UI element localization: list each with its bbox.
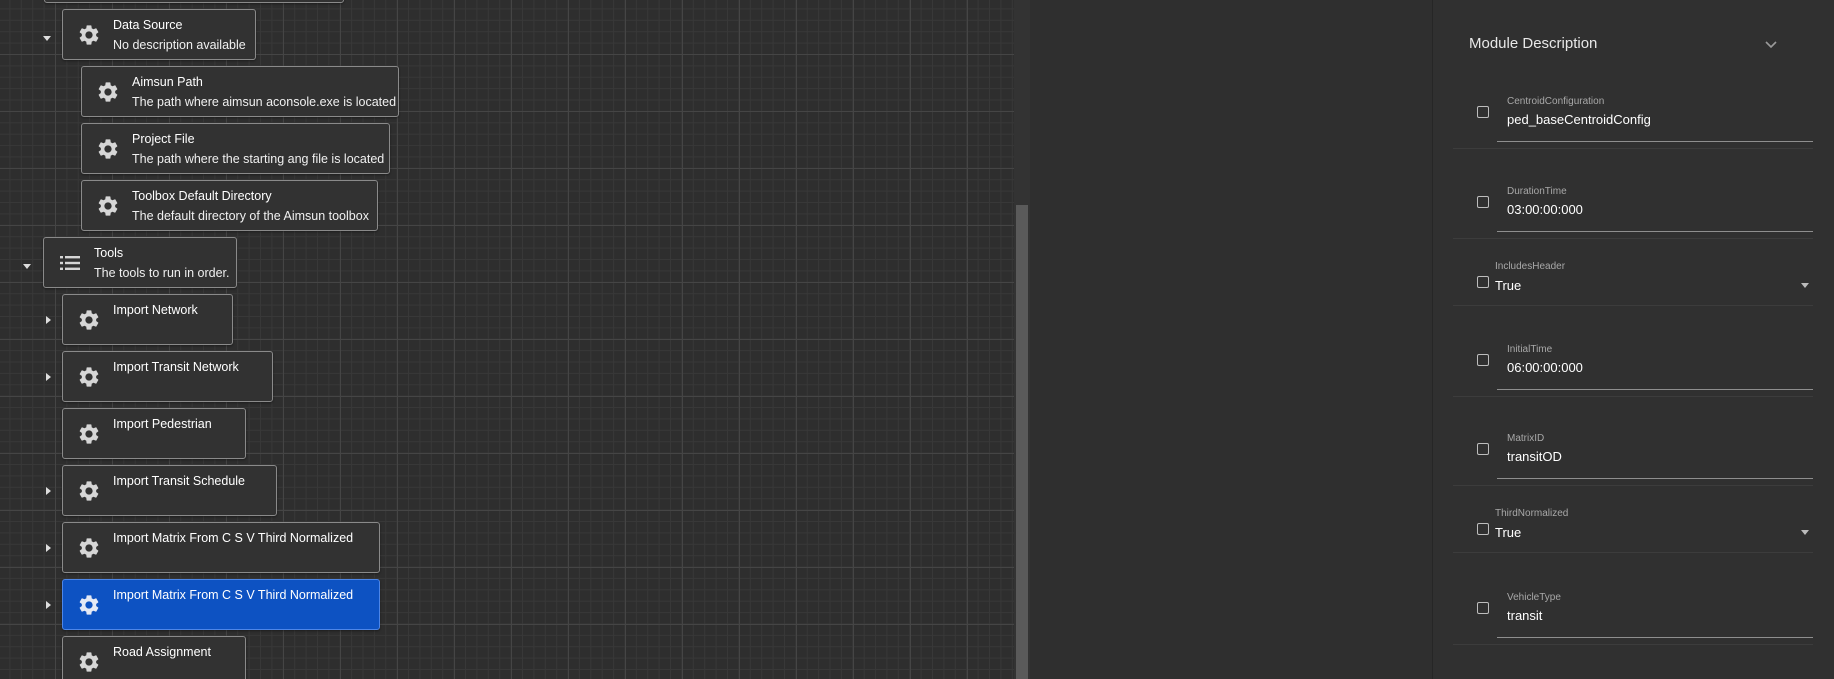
- module-tree-canvas[interactable]: Data Source No description available Aim…: [0, 0, 1030, 679]
- field-underline: [1497, 389, 1813, 390]
- module-node-import-matrix-selected[interactable]: Import Matrix From C S V Third Normalize…: [62, 579, 380, 630]
- field-checkbox[interactable]: [1477, 196, 1489, 208]
- field-select[interactable]: True: [1495, 525, 1521, 540]
- field-label: InitialTime: [1507, 344, 1553, 355]
- field-includes-header: IncludesHeader True: [1453, 250, 1813, 306]
- dropdown-arrow-icon[interactable]: [1801, 530, 1809, 535]
- field-checkbox[interactable]: [1477, 443, 1489, 455]
- gear-icon: [75, 477, 103, 505]
- field-underline: [1497, 231, 1813, 232]
- panel-header[interactable]: Module Description: [1433, 22, 1834, 66]
- gear-icon: [75, 420, 103, 448]
- module-name: Import Network: [113, 303, 198, 317]
- module-node-data-source[interactable]: Data Source No description available: [62, 9, 256, 60]
- module-node-partial[interactable]: [44, 0, 344, 3]
- expand-toggle-import-matrix[interactable]: [46, 544, 51, 552]
- module-node-tools[interactable]: Tools The tools to run in order.: [43, 237, 237, 288]
- field-select[interactable]: True: [1495, 278, 1521, 293]
- field-input[interactable]: transitOD: [1507, 449, 1562, 464]
- gear-icon: [75, 306, 103, 334]
- field-underline: [1497, 637, 1813, 638]
- field-label: ThirdNormalized: [1495, 508, 1569, 519]
- module-description: The default directory of the Aimsun tool…: [132, 209, 369, 223]
- module-name: Toolbox Default Directory: [132, 189, 272, 203]
- module-name: Import Transit Network: [113, 360, 239, 374]
- field-label: CentroidConfiguration: [1507, 96, 1605, 107]
- field-vehicle-type: VehicleType transit: [1453, 578, 1813, 645]
- panel-title: Module Description: [1469, 35, 1598, 52]
- field-checkbox[interactable]: [1477, 602, 1489, 614]
- field-duration-time: DurationTime 03:00:00:000: [1453, 172, 1813, 239]
- module-name: Project File: [132, 132, 195, 146]
- gear-icon: [75, 534, 103, 562]
- module-name: Import Pedestrian: [113, 417, 212, 431]
- field-underline: [1497, 141, 1813, 142]
- field-label: DurationTime: [1507, 186, 1567, 197]
- module-description: The tools to run in order.: [94, 266, 230, 280]
- gear-icon: [75, 648, 103, 676]
- expand-toggle-import-transit-schedule[interactable]: [46, 487, 51, 495]
- gear-icon: [94, 78, 122, 106]
- field-checkbox[interactable]: [1477, 106, 1489, 118]
- module-description: The path where aimsun aconsole.exe is lo…: [132, 95, 397, 109]
- expand-toggle-data-source[interactable]: [43, 36, 51, 41]
- list-icon: [56, 249, 84, 277]
- field-label: IncludesHeader: [1495, 261, 1566, 272]
- field-matrix-id: MatrixID transitOD: [1453, 419, 1813, 486]
- module-node-import-network[interactable]: Import Network: [62, 294, 233, 345]
- field-checkbox[interactable]: [1477, 523, 1489, 535]
- module-node-toolbox-directory[interactable]: Toolbox Default Directory The default di…: [81, 180, 378, 231]
- field-label: VehicleType: [1507, 592, 1561, 603]
- module-description-panel: Module Description CentroidConfiguration…: [1432, 0, 1834, 679]
- gear-icon: [75, 591, 103, 619]
- module-node-aimsun-path[interactable]: Aimsun Path The path where aimsun aconso…: [81, 66, 399, 117]
- workspace-gap: [1030, 0, 1432, 679]
- module-name: Data Source: [113, 18, 183, 32]
- module-name: Aimsun Path: [132, 75, 203, 89]
- field-third-normalized: ThirdNormalized True: [1453, 497, 1813, 553]
- module-node-import-transit-schedule[interactable]: Import Transit Schedule: [62, 465, 277, 516]
- module-node-import-transit-network[interactable]: Import Transit Network: [62, 351, 273, 402]
- canvas-scrollbar[interactable]: [1014, 0, 1030, 679]
- module-node-import-matrix[interactable]: Import Matrix From C S V Third Normalize…: [62, 522, 380, 573]
- module-name: Import Transit Schedule: [113, 474, 246, 488]
- expand-toggle-import-matrix-selected[interactable]: [46, 601, 51, 609]
- canvas-scrollbar-thumb[interactable]: [1016, 205, 1028, 679]
- field-input[interactable]: 06:00:00:000: [1507, 360, 1583, 375]
- module-description: No description available: [113, 38, 246, 52]
- module-name: Import Matrix From C S V Third Normalize…: [113, 588, 354, 602]
- module-node-import-pedestrian[interactable]: Import Pedestrian: [62, 408, 246, 459]
- module-description: The path where the starting ang file is …: [132, 152, 385, 166]
- expand-toggle-tools[interactable]: [23, 264, 31, 269]
- field-input[interactable]: ped_baseCentroidConfig: [1507, 112, 1651, 127]
- expand-toggle-import-transit-network[interactable]: [46, 373, 51, 381]
- module-name: Tools: [94, 246, 124, 260]
- field-label: MatrixID: [1507, 433, 1545, 444]
- gear-icon: [75, 363, 103, 391]
- field-input[interactable]: 03:00:00:000: [1507, 202, 1583, 217]
- field-checkbox[interactable]: [1477, 354, 1489, 366]
- module-node-road-assignment[interactable]: Road Assignment: [62, 636, 246, 679]
- module-name: Import Matrix From C S V Third Normalize…: [113, 531, 354, 545]
- field-centroid-configuration: CentroidConfiguration ped_baseCentroidCo…: [1453, 82, 1813, 149]
- module-node-project-file[interactable]: Project File The path where the starting…: [81, 123, 390, 174]
- field-underline: [1497, 478, 1813, 479]
- field-initial-time: InitialTime 06:00:00:000: [1453, 330, 1813, 397]
- field-checkbox[interactable]: [1477, 276, 1489, 288]
- dropdown-arrow-icon[interactable]: [1801, 283, 1809, 288]
- chevron-down-icon[interactable]: [1763, 36, 1779, 52]
- gear-icon: [94, 192, 122, 220]
- module-name: Road Assignment: [113, 645, 211, 659]
- gear-icon: [75, 21, 103, 49]
- gear-icon: [94, 135, 122, 163]
- field-input[interactable]: transit: [1507, 608, 1542, 623]
- expand-toggle-import-network[interactable]: [46, 316, 51, 324]
